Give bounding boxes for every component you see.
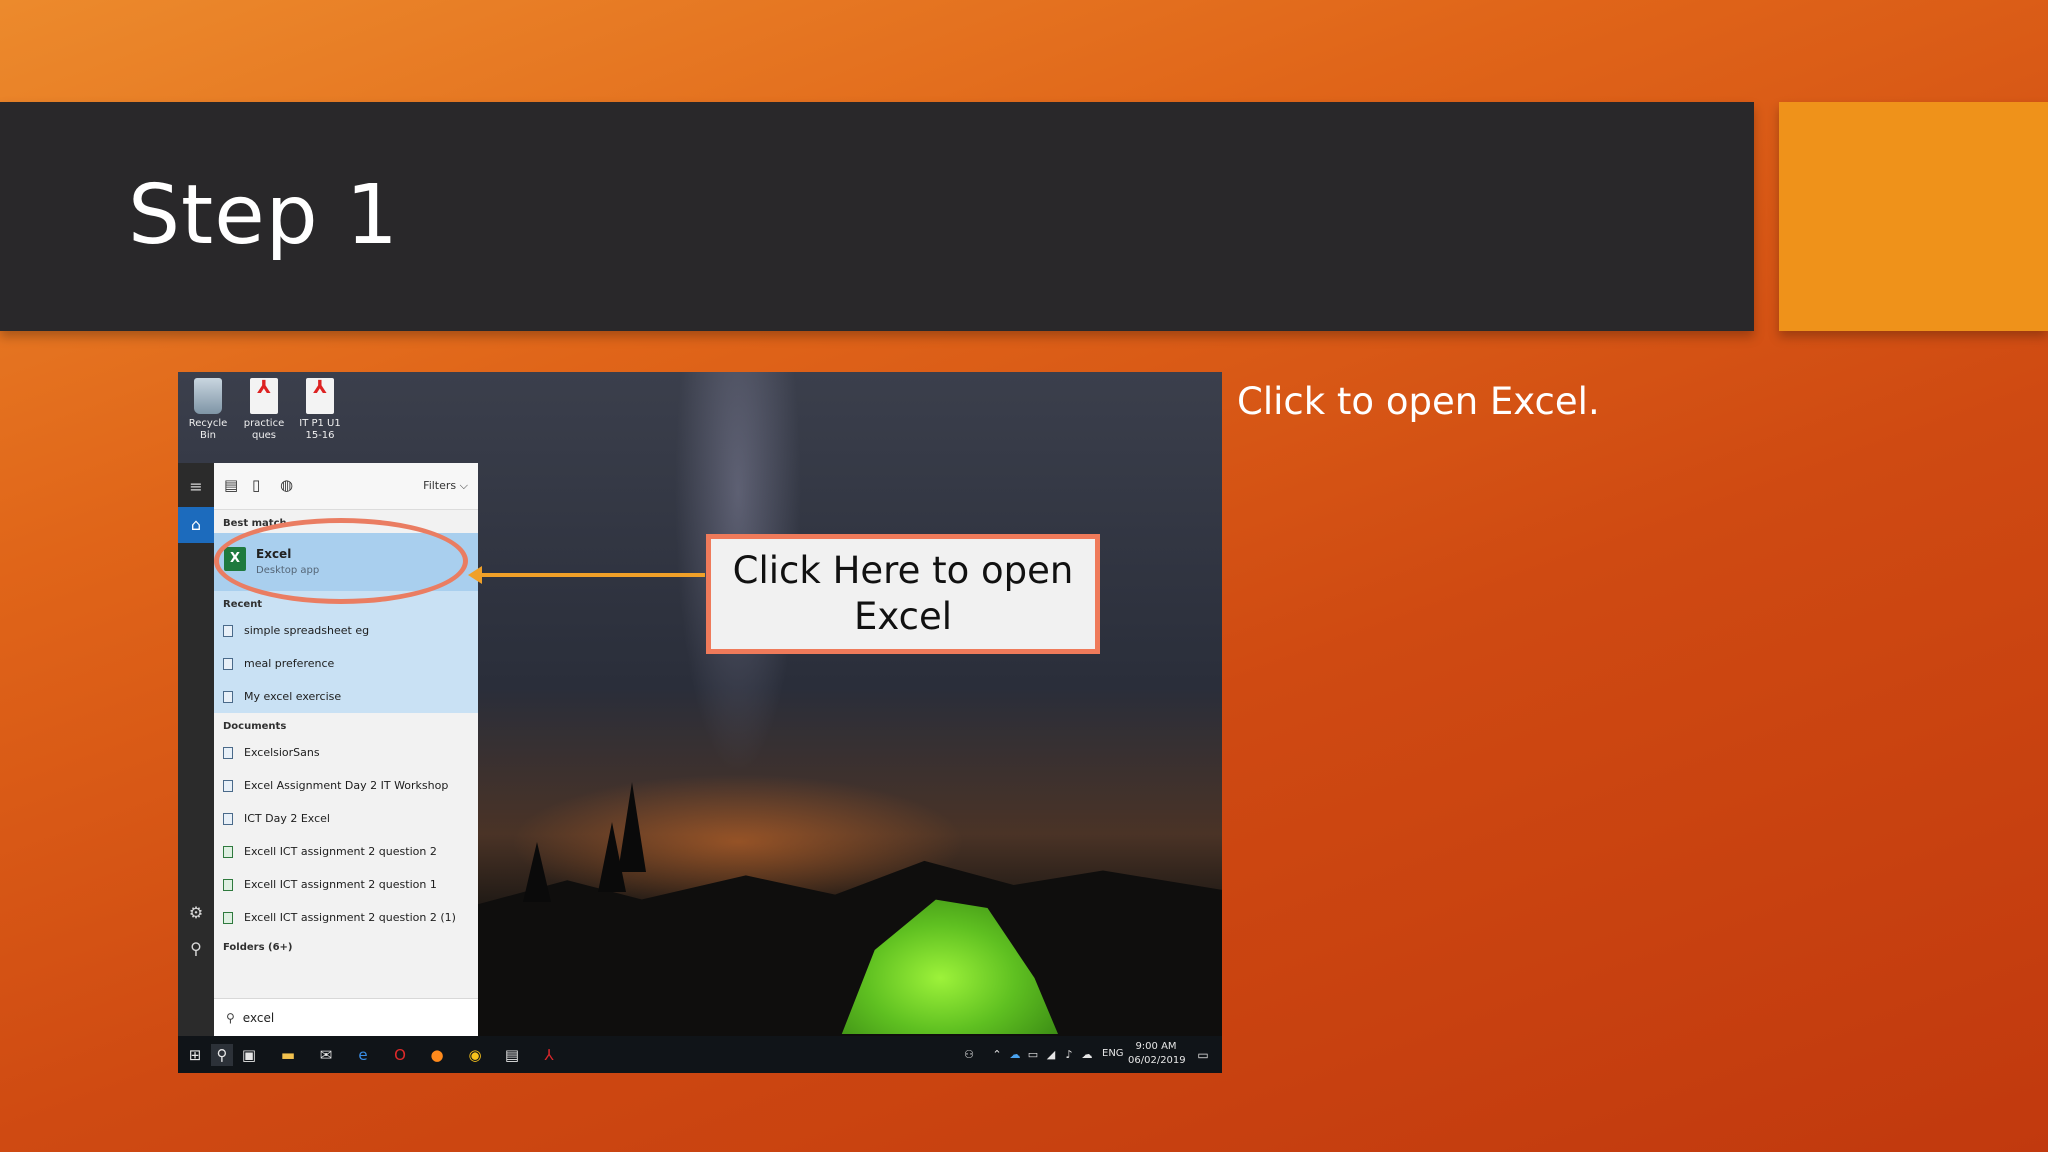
chrome-icon[interactable]: ◉ bbox=[464, 1044, 486, 1066]
pdf-file-icon bbox=[250, 378, 278, 414]
list-item[interactable]: My excel exercise bbox=[214, 680, 478, 713]
search-filter-bar: ▤ ▯ ◍ Filters ⌵ bbox=[214, 463, 478, 510]
web-filter-icon[interactable]: ◍ bbox=[280, 476, 293, 494]
desktop-icon-practice-ques[interactable]: practice ques bbox=[238, 378, 290, 442]
side-note: Click to open Excel. bbox=[1237, 380, 1600, 423]
desktop-icon-label: Recycle Bin bbox=[188, 418, 228, 441]
store-icon[interactable]: ▤ bbox=[501, 1044, 523, 1066]
taskbar: ⊞ ⚲ ▣ ▬ ✉ e O ● ◉ ▤ ⅄ ⚇ ⌃ ☁ ▭ ◢ ♪ ☁ ENG … bbox=[178, 1036, 1222, 1073]
list-item[interactable]: ExcelsiorSans bbox=[214, 736, 478, 769]
apps-filter-icon[interactable]: ▤ bbox=[224, 476, 238, 494]
edge-browser-icon[interactable]: e bbox=[352, 1044, 374, 1066]
document-icon bbox=[223, 625, 233, 637]
callout-box: Click Here to open Excel bbox=[706, 534, 1100, 654]
slide-title: Step 1 bbox=[128, 168, 399, 263]
firefox-icon[interactable]: ● bbox=[426, 1044, 448, 1066]
windows-start-icon[interactable]: ⊞ bbox=[184, 1044, 206, 1066]
list-item[interactable]: Excell ICT assignment 2 question 2 (1) bbox=[214, 901, 478, 934]
hamburger-menu-icon[interactable]: ≡ bbox=[178, 469, 214, 505]
callout-arrow-line bbox=[480, 573, 705, 577]
filters-dropdown[interactable]: Filters ⌵ bbox=[423, 479, 468, 493]
excel-highlight-ring bbox=[214, 518, 468, 604]
windows-screenshot: Recycle Bin practice ques IT P1 U1 15-16… bbox=[178, 372, 1222, 1073]
file-explorer-icon[interactable]: ▬ bbox=[277, 1044, 299, 1066]
desktop-icon-it-p1-u1[interactable]: IT P1 U1 15-16 bbox=[294, 378, 346, 442]
search-input[interactable]: ⚲ excel bbox=[214, 998, 478, 1036]
search-icon[interactable]: ⚲ bbox=[211, 1044, 233, 1066]
recycle-bin-icon bbox=[194, 378, 222, 414]
list-item[interactable]: Excel Assignment Day 2 IT Workshop bbox=[214, 769, 478, 802]
recent-section: Recent simple spreadsheet eg meal prefer… bbox=[214, 591, 478, 713]
document-icon bbox=[223, 780, 233, 792]
desktop-icon-recycle-bin[interactable]: Recycle Bin bbox=[182, 378, 234, 442]
task-view-icon[interactable]: ▣ bbox=[238, 1044, 260, 1066]
list-item[interactable]: Excell ICT assignment 2 question 1 bbox=[214, 868, 478, 901]
chevron-down-icon: ⌵ bbox=[459, 479, 468, 492]
search-icon: ⚲ bbox=[226, 1011, 235, 1025]
acrobat-icon[interactable]: ⅄ bbox=[538, 1044, 560, 1066]
clock-date[interactable]: 06/02/2019 bbox=[1128, 1055, 1186, 1066]
documents-heading: Documents bbox=[223, 721, 287, 732]
font-file-icon bbox=[223, 747, 233, 759]
settings-gear-icon[interactable]: ⚙ bbox=[178, 895, 214, 931]
start-menu-rail: ≡ ⌂ ⚙ ⚲ bbox=[178, 463, 214, 1036]
notifications-icon[interactable]: ▭ bbox=[1192, 1044, 1214, 1066]
desktop-icon-label: IT P1 U1 15-16 bbox=[299, 418, 341, 441]
documents-filter-icon[interactable]: ▯ bbox=[252, 476, 260, 494]
mail-icon[interactable]: ✉ bbox=[315, 1044, 337, 1066]
opera-browser-icon[interactable]: O bbox=[389, 1044, 411, 1066]
document-icon bbox=[223, 813, 233, 825]
folders-heading: Folders (6+) bbox=[223, 942, 293, 953]
arrow-left-icon bbox=[468, 566, 482, 584]
document-icon bbox=[223, 658, 233, 670]
spreadsheet-icon bbox=[223, 846, 233, 858]
tree-silhouette bbox=[598, 822, 626, 892]
clock-time[interactable]: 9:00 AM bbox=[1128, 1041, 1184, 1052]
spreadsheet-icon bbox=[223, 912, 233, 924]
accent-box bbox=[1779, 102, 2048, 331]
list-item[interactable]: ICT Day 2 Excel bbox=[214, 802, 478, 835]
spreadsheet-icon bbox=[223, 879, 233, 891]
list-item[interactable]: meal preference bbox=[214, 647, 478, 680]
list-item[interactable]: simple spreadsheet eg bbox=[214, 614, 478, 647]
home-icon[interactable]: ⌂ bbox=[178, 507, 214, 543]
people-icon[interactable]: ⚇ bbox=[958, 1044, 980, 1066]
language-indicator[interactable]: ENG bbox=[1102, 1048, 1124, 1059]
document-icon bbox=[223, 691, 233, 703]
pdf-file-icon bbox=[306, 378, 334, 414]
desktop-icon-label: practice ques bbox=[243, 418, 285, 441]
user-feedback-icon[interactable]: ⚲ bbox=[178, 931, 214, 967]
cloud-upload-icon[interactable]: ☁ bbox=[1076, 1044, 1098, 1066]
list-item[interactable]: Excell ICT assignment 2 question 2 bbox=[214, 835, 478, 868]
tree-silhouette bbox=[523, 842, 551, 902]
